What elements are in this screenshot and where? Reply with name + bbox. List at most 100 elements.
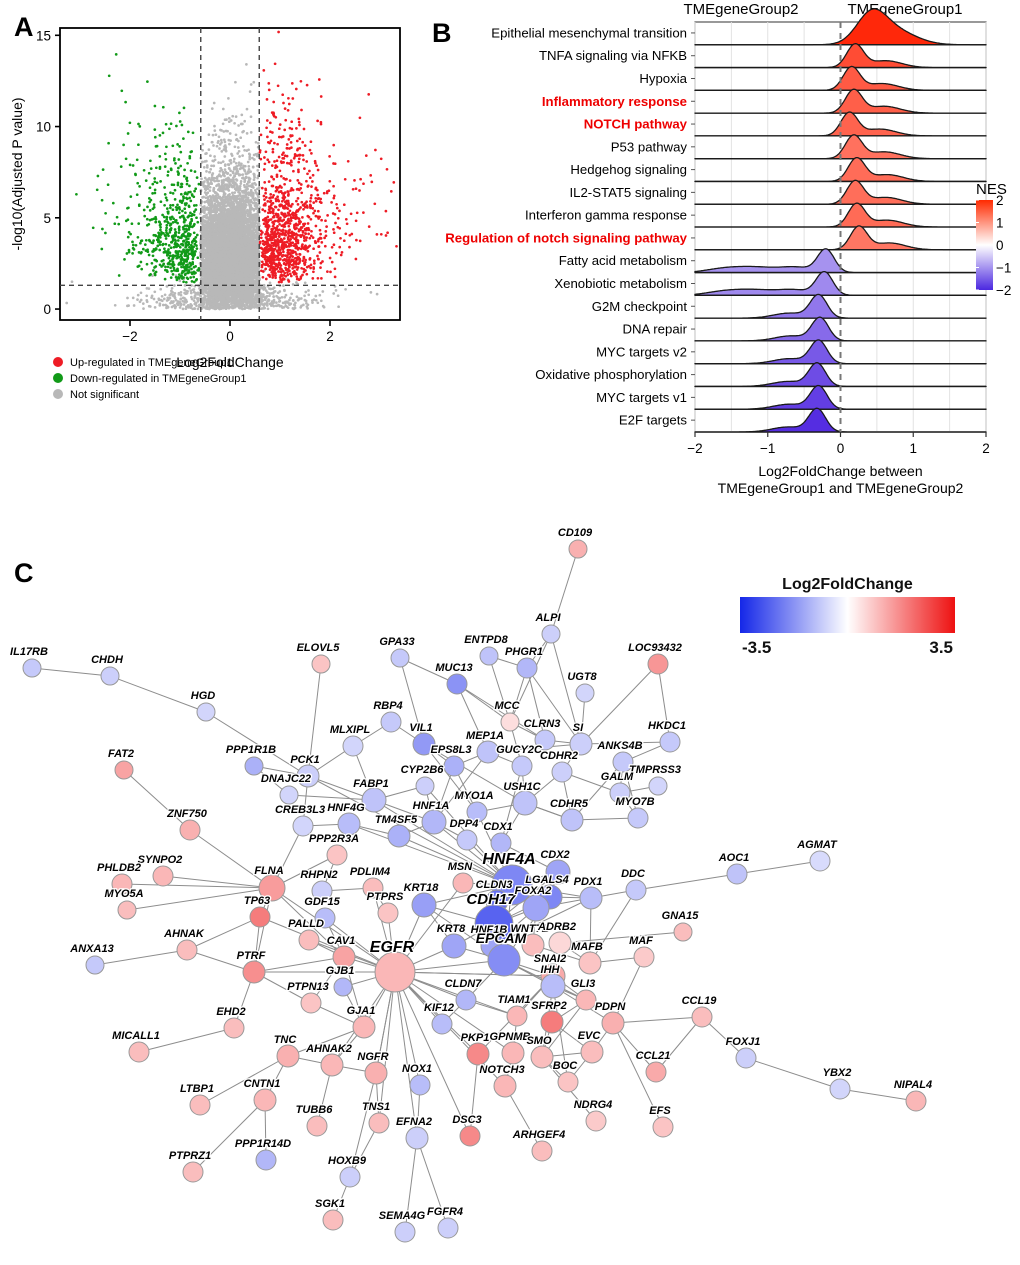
gene-node — [540, 973, 566, 999]
gene-node — [189, 1094, 211, 1116]
volcano-plot: 051015−2 0 2Log2FoldChange-log10(Adjusted … — [9, 27, 401, 401]
gene-node — [22, 658, 42, 678]
gene-node — [322, 1209, 344, 1231]
gene-node — [452, 872, 474, 894]
gene-node — [512, 790, 538, 816]
gene-node — [516, 657, 538, 679]
gene-node — [320, 1053, 344, 1077]
gene-node — [337, 812, 361, 836]
gene-node — [522, 894, 550, 922]
gene-node — [128, 1041, 150, 1063]
gene-node — [339, 1166, 361, 1188]
gene-node — [333, 977, 353, 997]
gene-node — [255, 1149, 277, 1171]
gene-node — [279, 785, 299, 805]
gene-node — [249, 906, 271, 928]
gene-node — [368, 1112, 390, 1134]
gene-node — [441, 933, 467, 959]
gene-node — [541, 624, 561, 644]
gene-node — [361, 787, 387, 813]
gene-node — [342, 735, 364, 757]
gene-node — [196, 702, 216, 722]
gene-node — [647, 653, 669, 675]
gene-node — [182, 1161, 204, 1183]
gene-node — [415, 776, 435, 796]
gene-node — [531, 1140, 553, 1162]
gene-node — [352, 1015, 376, 1039]
gene-node — [726, 863, 748, 885]
gene-node — [560, 808, 584, 832]
gene-node — [298, 929, 320, 951]
gene-node — [691, 1006, 713, 1028]
gene-node — [648, 776, 668, 796]
gene-node — [455, 989, 477, 1011]
gene-node — [578, 951, 602, 975]
gene-node — [479, 646, 499, 666]
gene-node — [431, 1013, 453, 1035]
gene-node — [506, 1005, 528, 1027]
gene-node — [500, 712, 520, 732]
gene-node — [380, 711, 402, 733]
gene-node — [374, 951, 416, 993]
gene-node — [809, 850, 831, 872]
gene-node — [625, 879, 647, 901]
gene-node — [673, 922, 693, 942]
gene-node — [364, 1061, 388, 1085]
gene-node — [501, 1041, 525, 1065]
gene-node — [829, 1078, 851, 1100]
gene-node — [411, 892, 437, 918]
gene-node — [627, 807, 649, 829]
gene-node — [548, 931, 572, 955]
gene-node — [390, 648, 410, 668]
gene-network-graph: IL17RBCHDHHGDELOVL5 GPA33 ENTPD8ALPICD109P… — [9, 526, 955, 1243]
gene-node — [394, 1221, 416, 1243]
gene-node — [176, 939, 198, 961]
gene-node — [575, 683, 595, 703]
gene-node — [242, 960, 266, 984]
gene-node — [487, 943, 521, 977]
gene-node — [387, 824, 411, 848]
gene-node — [114, 760, 134, 780]
gene-node — [601, 1011, 625, 1035]
gene-node — [85, 955, 105, 975]
gene-node — [579, 886, 603, 910]
gene-node — [905, 1090, 927, 1112]
gene-node — [300, 992, 322, 1014]
gene-node — [490, 832, 512, 854]
ridgeline-plot: TMEgeneGroup2 TMEgeneGroup1Epithelial mes… — [445, 1, 1011, 496]
gene-node — [493, 1074, 517, 1098]
gene-node — [421, 809, 447, 835]
gene-node — [326, 844, 348, 866]
gene-node — [223, 1017, 245, 1039]
gene-node — [575, 989, 597, 1011]
gene-node — [585, 1110, 607, 1132]
gene-node — [100, 666, 120, 686]
gene-node — [568, 539, 588, 559]
gene-node — [253, 1088, 277, 1112]
gene-node — [530, 1045, 554, 1069]
gene-node — [580, 1040, 604, 1064]
gene-node — [652, 1116, 674, 1138]
gene-node — [456, 829, 478, 851]
gene-node — [557, 1071, 579, 1093]
gene-node — [645, 1061, 667, 1083]
gene-node — [306, 1115, 328, 1137]
gene-node — [377, 902, 399, 924]
gene-node — [466, 1042, 490, 1066]
gene-node — [459, 1125, 481, 1147]
gene-node — [511, 755, 533, 777]
gene-node — [276, 1044, 300, 1068]
gene-node — [179, 819, 201, 841]
gene-node — [633, 946, 655, 968]
gene-node — [117, 900, 137, 920]
gene-node — [437, 1217, 459, 1239]
gene-node — [659, 731, 681, 753]
gene-node — [551, 761, 573, 783]
gene-node — [409, 1074, 431, 1096]
gene-node — [446, 673, 468, 695]
gene-node — [540, 1010, 564, 1034]
gene-node — [405, 1126, 429, 1150]
gene-node — [152, 865, 174, 887]
gene-node — [443, 755, 465, 777]
gene-node — [311, 654, 331, 674]
